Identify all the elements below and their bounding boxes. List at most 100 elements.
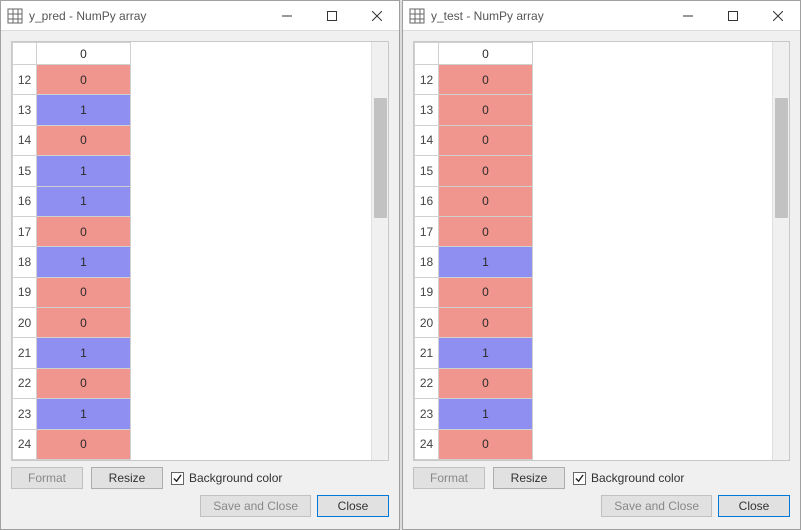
close-button[interactable]: Close (317, 495, 389, 517)
row-index: 20 (13, 308, 37, 338)
cell[interactable]: 0 (439, 308, 533, 338)
cell[interactable]: 0 (439, 277, 533, 307)
cell[interactable]: 1 (439, 338, 533, 368)
array-table-area: 0120130140150160170181190200211220231240 (413, 41, 790, 461)
table-row[interactable]: 211 (13, 338, 131, 368)
table-row[interactable]: 170 (415, 216, 533, 246)
minimize-button[interactable] (264, 1, 309, 31)
titlebar[interactable]: y_pred - NumPy array (1, 1, 399, 31)
table-row[interactable]: 140 (415, 125, 533, 155)
table-row[interactable]: 220 (13, 368, 131, 398)
cell[interactable]: 0 (439, 95, 533, 125)
row-index: 15 (415, 156, 439, 186)
cell[interactable]: 1 (439, 399, 533, 429)
dialog-footer: Save and Close Close (413, 493, 790, 523)
checkbox-label: Background color (591, 471, 684, 485)
table-row[interactable]: 151 (13, 156, 131, 186)
vertical-scrollbar[interactable] (371, 42, 388, 460)
table-row[interactable]: 220 (415, 368, 533, 398)
column-header[interactable]: 0 (37, 43, 131, 65)
row-index: 24 (415, 429, 439, 460)
close-window-button[interactable] (755, 1, 800, 31)
cell[interactable]: 0 (439, 65, 533, 95)
row-index: 14 (415, 125, 439, 155)
cell[interactable]: 1 (37, 399, 131, 429)
cell[interactable]: 0 (439, 186, 533, 216)
column-header[interactable]: 0 (439, 43, 533, 65)
table-row[interactable]: 240 (13, 429, 131, 460)
maximize-button[interactable] (309, 1, 354, 31)
table-row[interactable]: 120 (13, 65, 131, 95)
row-index: 23 (415, 399, 439, 429)
scrollbar-thumb[interactable] (775, 98, 788, 218)
background-color-checkbox[interactable]: Background color (573, 471, 684, 485)
minimize-button[interactable] (665, 1, 710, 31)
table-row[interactable]: 231 (415, 399, 533, 429)
table-row[interactable]: 181 (13, 247, 131, 277)
window-title: y_test - NumPy array (431, 9, 665, 23)
table-row[interactable]: 190 (13, 277, 131, 307)
cell[interactable]: 0 (37, 429, 131, 460)
table-row[interactable]: 181 (415, 247, 533, 277)
row-index: 24 (13, 429, 37, 460)
format-button[interactable]: Format (413, 467, 485, 489)
row-index: 16 (13, 186, 37, 216)
array-table[interactable]: 0120131140151161170181190200211220231240 (12, 42, 131, 460)
close-window-button[interactable] (354, 1, 399, 31)
cell[interactable]: 1 (37, 95, 131, 125)
cell[interactable]: 0 (37, 277, 131, 307)
table-row[interactable]: 231 (13, 399, 131, 429)
row-index: 20 (415, 308, 439, 338)
cell[interactable]: 0 (439, 429, 533, 460)
background-color-checkbox[interactable]: Background color (171, 471, 282, 485)
row-index: 12 (13, 65, 37, 95)
table-row[interactable]: 160 (415, 186, 533, 216)
table-row[interactable]: 200 (415, 308, 533, 338)
cell[interactable]: 0 (37, 125, 131, 155)
table-row[interactable]: 200 (13, 308, 131, 338)
row-index: 15 (13, 156, 37, 186)
cell[interactable]: 0 (37, 368, 131, 398)
cell[interactable]: 0 (37, 65, 131, 95)
resize-button[interactable]: Resize (91, 467, 163, 489)
table-row[interactable]: 120 (415, 65, 533, 95)
cell[interactable]: 0 (439, 368, 533, 398)
table-row[interactable]: 161 (13, 186, 131, 216)
cell[interactable]: 1 (439, 247, 533, 277)
close-button[interactable]: Close (718, 495, 790, 517)
array-table-area: 0120131140151161170181190200211220231240 (11, 41, 389, 461)
maximize-button[interactable] (710, 1, 755, 31)
save-and-close-button[interactable]: Save and Close (200, 495, 311, 517)
cell[interactable]: 1 (37, 186, 131, 216)
table-row[interactable]: 140 (13, 125, 131, 155)
vertical-scrollbar[interactable] (772, 42, 789, 460)
format-button[interactable]: Format (11, 467, 83, 489)
resize-button[interactable]: Resize (493, 467, 565, 489)
table-row[interactable]: 131 (13, 95, 131, 125)
table-row[interactable]: 240 (415, 429, 533, 460)
table-row[interactable]: 170 (13, 216, 131, 246)
cell[interactable]: 1 (37, 156, 131, 186)
cell[interactable]: 0 (439, 216, 533, 246)
window-w-right: y_test - NumPy array01201301401501601701… (402, 0, 801, 530)
row-index: 13 (13, 95, 37, 125)
cell[interactable]: 0 (439, 125, 533, 155)
row-index: 18 (13, 247, 37, 277)
row-index: 21 (415, 338, 439, 368)
row-index: 17 (13, 216, 37, 246)
cell[interactable]: 1 (37, 338, 131, 368)
array-table[interactable]: 0120130140150160170181190200211220231240 (414, 42, 533, 460)
cell[interactable]: 0 (439, 156, 533, 186)
cell[interactable]: 0 (37, 308, 131, 338)
cell[interactable]: 1 (37, 247, 131, 277)
table-row[interactable]: 211 (415, 338, 533, 368)
table-row[interactable]: 130 (415, 95, 533, 125)
scrollbar-thumb[interactable] (374, 98, 387, 218)
table-row[interactable]: 150 (415, 156, 533, 186)
blank-area (533, 42, 772, 460)
row-index: 21 (13, 338, 37, 368)
cell[interactable]: 0 (37, 216, 131, 246)
save-and-close-button[interactable]: Save and Close (601, 495, 712, 517)
titlebar[interactable]: y_test - NumPy array (403, 1, 800, 31)
table-row[interactable]: 190 (415, 277, 533, 307)
